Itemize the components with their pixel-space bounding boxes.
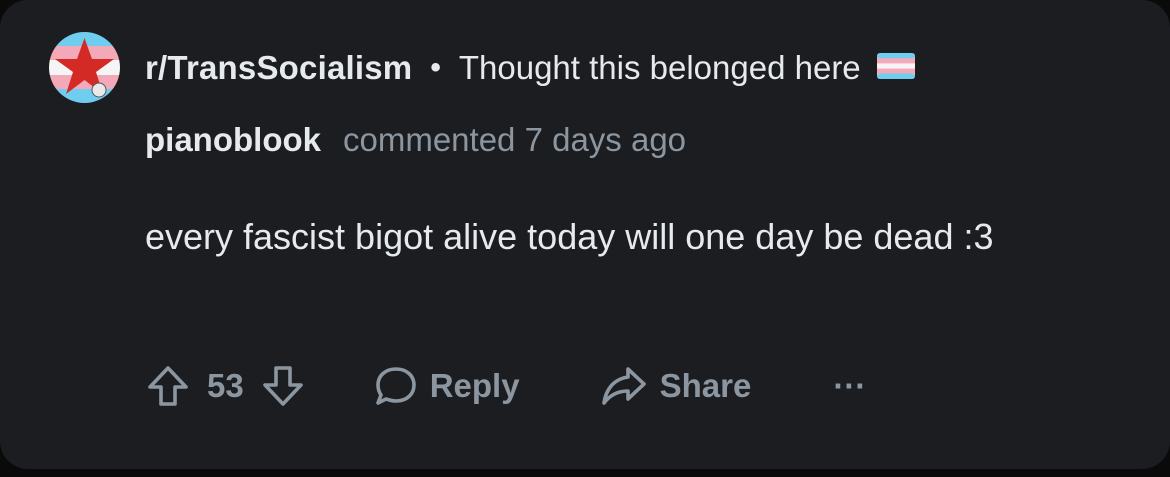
comment-card: r/TransSocialism • Thought this belonged… — [0, 0, 1170, 469]
comment-timestamp: commented 7 days ago — [343, 121, 687, 158]
comment-actions: 53 Reply Share ··· — [145, 360, 866, 412]
upvote-arrow-icon[interactable] — [145, 363, 191, 409]
share-button[interactable]: Share — [600, 363, 752, 409]
reply-button[interactable]: Reply — [372, 363, 520, 409]
share-label: Share — [659, 367, 752, 404]
comment-header: pianoblook commented 7 days ago — [145, 120, 686, 160]
comment-text: every fascist bigot alive today will one… — [145, 216, 994, 257]
vote-count: 53 — [207, 367, 244, 404]
more-options-button[interactable]: ··· — [833, 367, 866, 405]
speech-bubble-icon — [372, 363, 418, 409]
red-star-icon — [49, 32, 120, 103]
share-arrow-icon — [600, 363, 648, 409]
subreddit-link[interactable]: r/TransSocialism — [145, 49, 412, 87]
subreddit-avatar[interactable] — [49, 32, 120, 103]
downvote-arrow-icon[interactable] — [260, 363, 306, 409]
reply-label: Reply — [429, 367, 520, 404]
ellipsis-icon: ··· — [833, 367, 867, 404]
trans-flag-icon — [876, 49, 915, 87]
comment-author[interactable]: pianoblook — [145, 121, 321, 159]
separator-dot: • — [430, 51, 441, 84]
post-header: r/TransSocialism • Thought this belonged… — [145, 48, 915, 88]
post-title-link[interactable]: Thought this belonged here — [459, 49, 861, 87]
